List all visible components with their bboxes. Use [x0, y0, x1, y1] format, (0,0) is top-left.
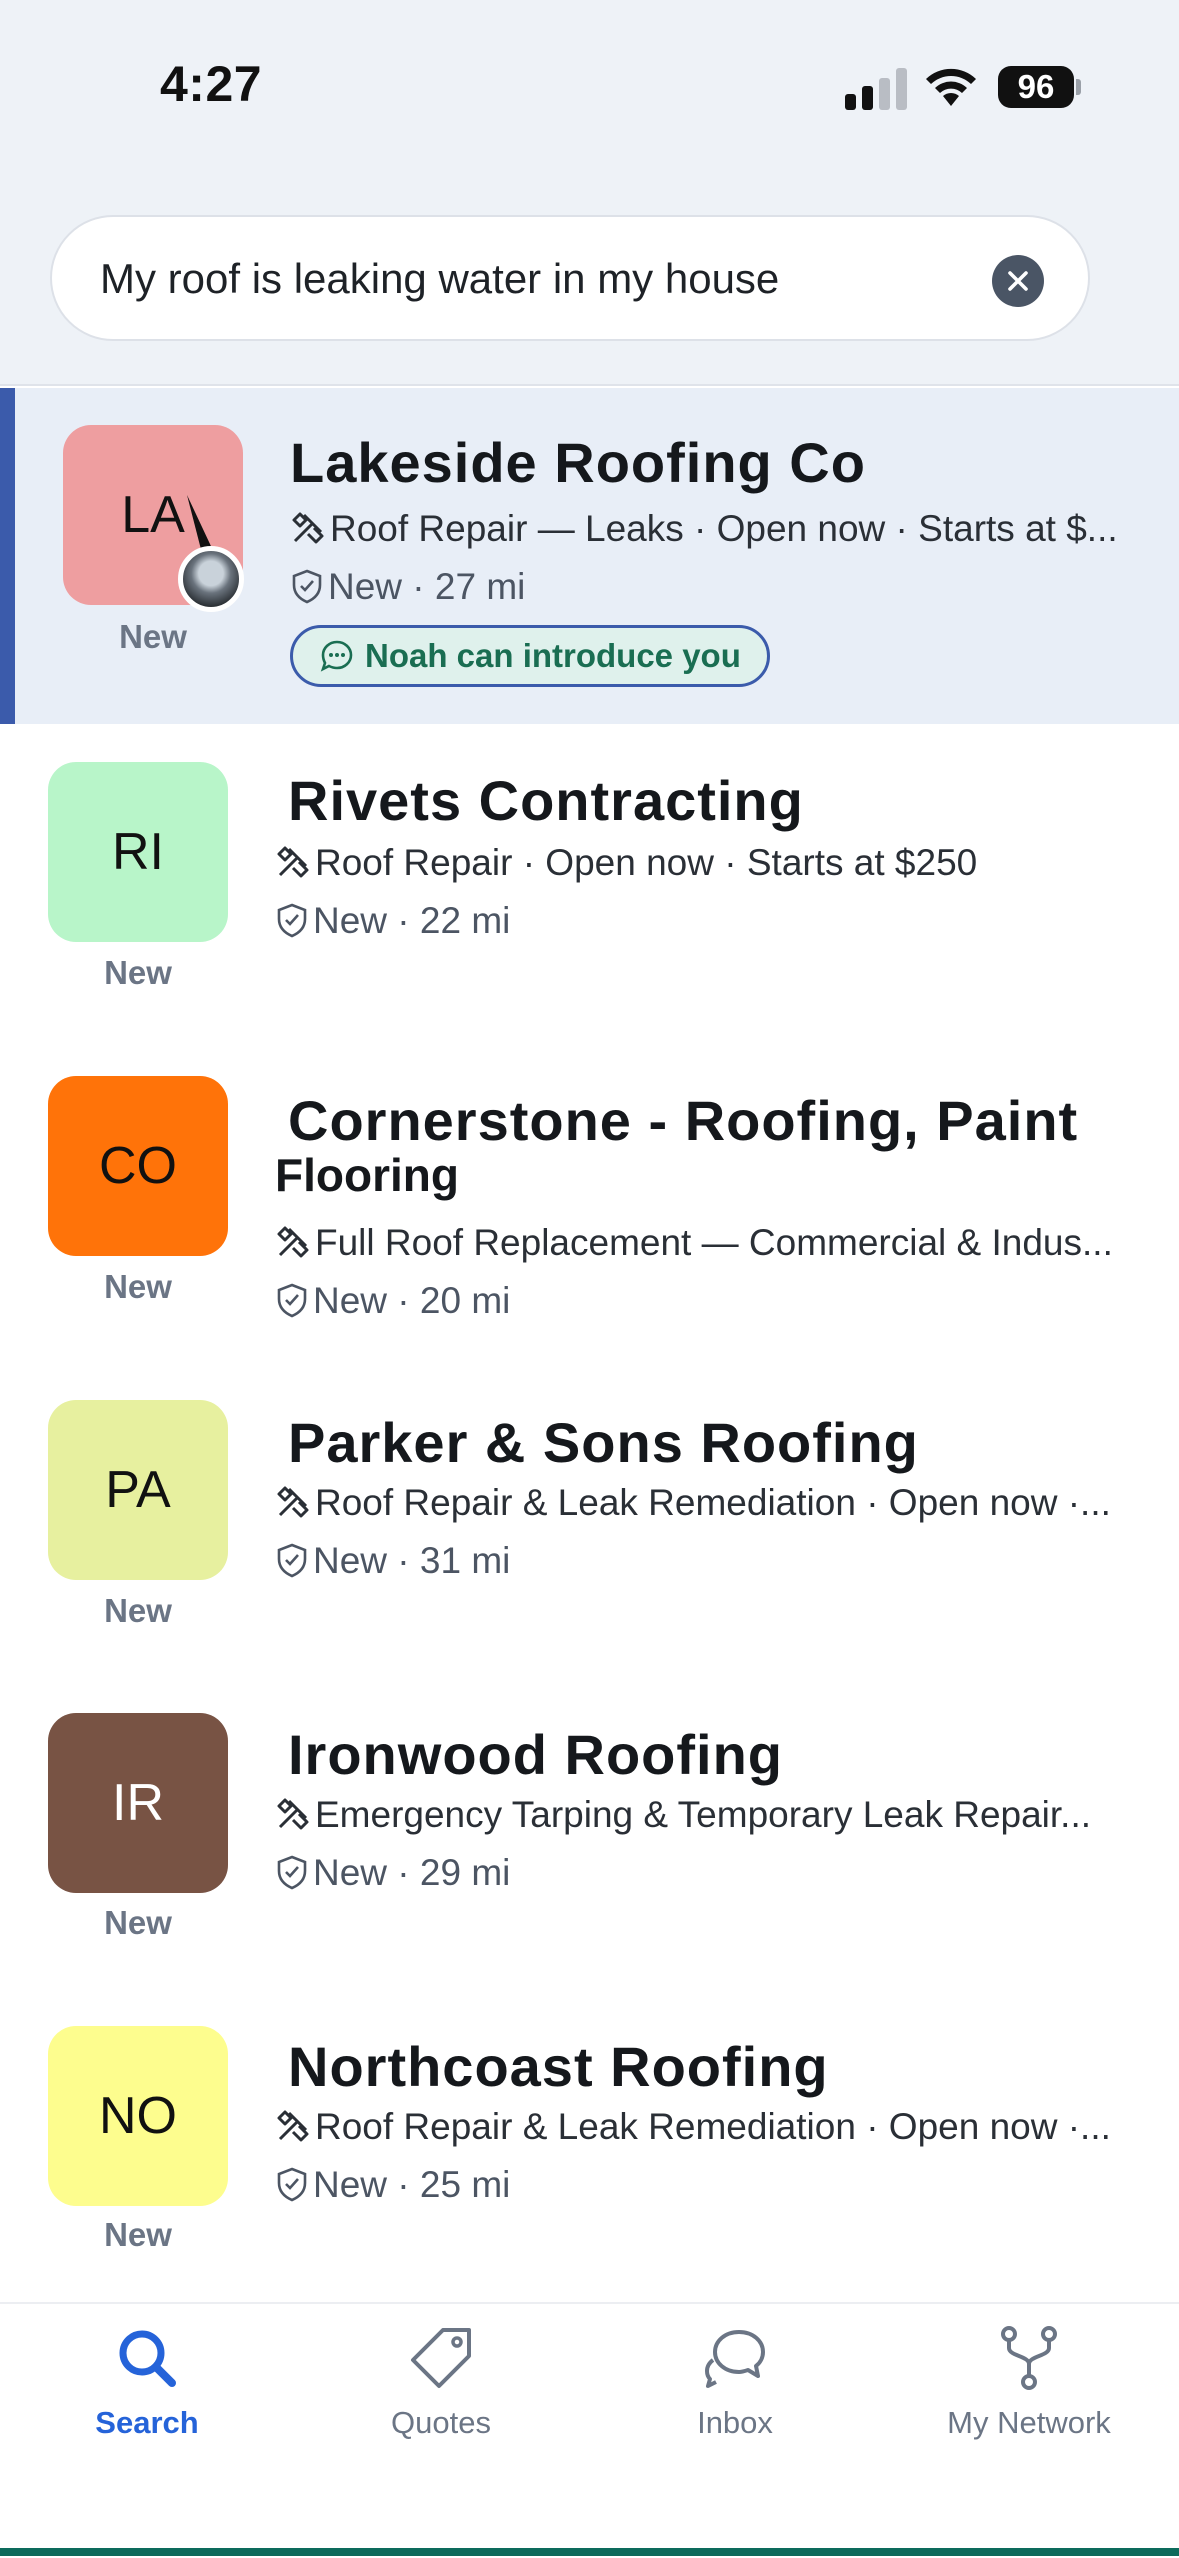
tools-icon: [277, 1486, 309, 1518]
result-row[interactable]: CO New Cornerstone - Roofing, Paint Floo…: [0, 1038, 1179, 1366]
tools-icon: [292, 512, 324, 544]
shield-check-icon: [277, 1283, 307, 1318]
avatar-initials: PA: [105, 1461, 171, 1519]
tab-label: Quotes: [391, 2405, 491, 2440]
meta-text: New · 22 mi: [313, 900, 511, 941]
meta-text: New · 20 mi: [313, 1280, 511, 1321]
business-name[interactable]: Ironwood Roofing: [288, 1722, 783, 1787]
search-query-text[interactable]: My roof is leaking water in my house: [100, 255, 779, 303]
tools-icon: [277, 1798, 309, 1830]
introduction-text: Noah can introduce you: [365, 637, 741, 674]
avatar-badge: New: [104, 1592, 172, 1629]
avatar: CO: [48, 1076, 228, 1256]
services-text: Emergency Tarping & Temporary Leak Repai…: [315, 1794, 1092, 1835]
clear-search-button[interactable]: [992, 255, 1044, 307]
result-row[interactable]: NO New Northcoast Roofing Roof Repair & …: [0, 1988, 1179, 2300]
avatar: IR: [48, 1713, 228, 1893]
avatar-badge: New: [104, 1904, 172, 1941]
meta-text: New · 25 mi: [313, 2164, 511, 2205]
avatar-initials: IR: [112, 1774, 164, 1832]
home-indicator-strip: [0, 2548, 1179, 2556]
battery-cap: [1076, 79, 1081, 95]
shield-check-icon: [277, 2167, 307, 2202]
avatar: PA: [48, 1400, 228, 1580]
meta-line: New · 22 mi: [275, 900, 510, 942]
avatar-initials: CO: [99, 1137, 177, 1195]
avatar-badge: New: [104, 1268, 172, 1305]
battery-indicator: 96: [998, 66, 1074, 108]
business-name[interactable]: Northcoast Roofing: [288, 2034, 829, 2099]
services-text: Roof Repair & Leak Remediation · Open no…: [315, 1482, 1111, 1523]
meta-line: New · 25 mi: [275, 2164, 510, 2206]
wifi-icon: [926, 68, 976, 106]
shield-check-icon: [292, 569, 322, 604]
close-icon: [1008, 271, 1028, 291]
selected-indicator: [0, 388, 15, 724]
avatar: NO: [48, 2026, 228, 2206]
meta-line: New · 20 mi: [275, 1280, 510, 1322]
business-name[interactable]: Rivets Contracting: [288, 768, 804, 833]
tab-label: My Network: [947, 2405, 1111, 2440]
result-row[interactable]: LA New Lakeside Roofing Co Roof Repair —…: [0, 388, 1179, 724]
services-text: Full Roof Replacement — Commercial & Ind…: [315, 1222, 1113, 1263]
status-time: 4:27: [160, 56, 263, 112]
tab-search[interactable]: Search: [0, 2322, 294, 2441]
services-text: Roof Repair & Leak Remediation · Open no…: [315, 2106, 1111, 2147]
chat-bubbles-icon: [705, 2330, 765, 2388]
tools-icon: [277, 846, 309, 878]
shield-check-icon: [277, 1855, 307, 1890]
services-line: Emergency Tarping & Temporary Leak Repai…: [275, 1794, 1091, 1836]
services-line: Roof Repair — Leaks · Open now · Starts …: [290, 508, 1118, 550]
cellular-signal-icon: [845, 68, 907, 110]
avatar-badge: New: [104, 2216, 172, 2253]
avatar-initials: RI: [112, 823, 164, 881]
avatar-initials: NO: [99, 2087, 177, 2145]
business-name[interactable]: Lakeside Roofing Co: [290, 430, 866, 495]
introduction-chip[interactable]: Noah can introduce you: [290, 625, 770, 687]
meta-text: New · 27 mi: [328, 566, 526, 607]
services-line: Roof Repair & Leak Remediation · Open no…: [275, 1482, 1111, 1524]
tab-quotes[interactable]: Quotes: [294, 2322, 588, 2441]
tab-label: Search: [95, 2405, 199, 2440]
business-name-continued[interactable]: Flooring: [275, 1148, 459, 1202]
meta-text: New · 31 mi: [313, 1540, 511, 1581]
search-input[interactable]: My roof is leaking water in my house: [50, 215, 1090, 341]
meta-line: New · 31 mi: [275, 1540, 510, 1582]
services-line: Roof Repair & Leak Remediation · Open no…: [275, 2106, 1111, 2148]
meta-line: New · 29 mi: [275, 1852, 510, 1894]
services-text: Roof Repair · Open now · Starts at $250: [315, 842, 978, 883]
tab-my-network[interactable]: My Network: [882, 2322, 1176, 2441]
network-fork-icon: [1001, 2326, 1057, 2390]
bottom-tab-bar: Search Quotes Inbox My Network: [0, 2302, 1179, 2558]
tools-icon: [277, 1226, 309, 1258]
tab-inbox[interactable]: Inbox: [588, 2322, 882, 2441]
services-line: Full Roof Replacement — Commercial & Ind…: [275, 1222, 1113, 1264]
result-row[interactable]: IR New Ironwood Roofing Emergency Tarpin…: [0, 1676, 1179, 1990]
business-name[interactable]: Parker & Sons Roofing: [288, 1410, 919, 1475]
avatar-badge: New: [104, 954, 172, 991]
services-text: Roof Repair — Leaks · Open now · Starts …: [330, 508, 1118, 549]
avatar: RI: [48, 762, 228, 942]
business-name[interactable]: Cornerstone - Roofing, Paint: [288, 1088, 1078, 1153]
header-area: 4:27 96 My roof is leaking water in my h…: [0, 0, 1179, 386]
meta-text: New · 29 mi: [313, 1852, 511, 1893]
services-line: Roof Repair · Open now · Starts at $250: [275, 842, 977, 884]
tab-label: Inbox: [697, 2405, 773, 2440]
result-row[interactable]: PA New Parker & Sons Roofing Roof Repair…: [0, 1364, 1179, 1678]
result-row[interactable]: RI New Rivets Contracting Roof Repair · …: [0, 724, 1179, 1040]
tools-icon: [277, 2110, 309, 2142]
chat-bubble-icon: [320, 640, 353, 672]
shield-check-icon: [277, 903, 307, 938]
introducer-photo: [178, 546, 244, 612]
tag-icon: [411, 2328, 471, 2388]
avatar-badge: New: [119, 618, 187, 655]
meta-line: New · 27 mi: [290, 566, 525, 608]
shield-check-icon: [277, 1543, 307, 1578]
search-icon: [119, 2330, 176, 2387]
